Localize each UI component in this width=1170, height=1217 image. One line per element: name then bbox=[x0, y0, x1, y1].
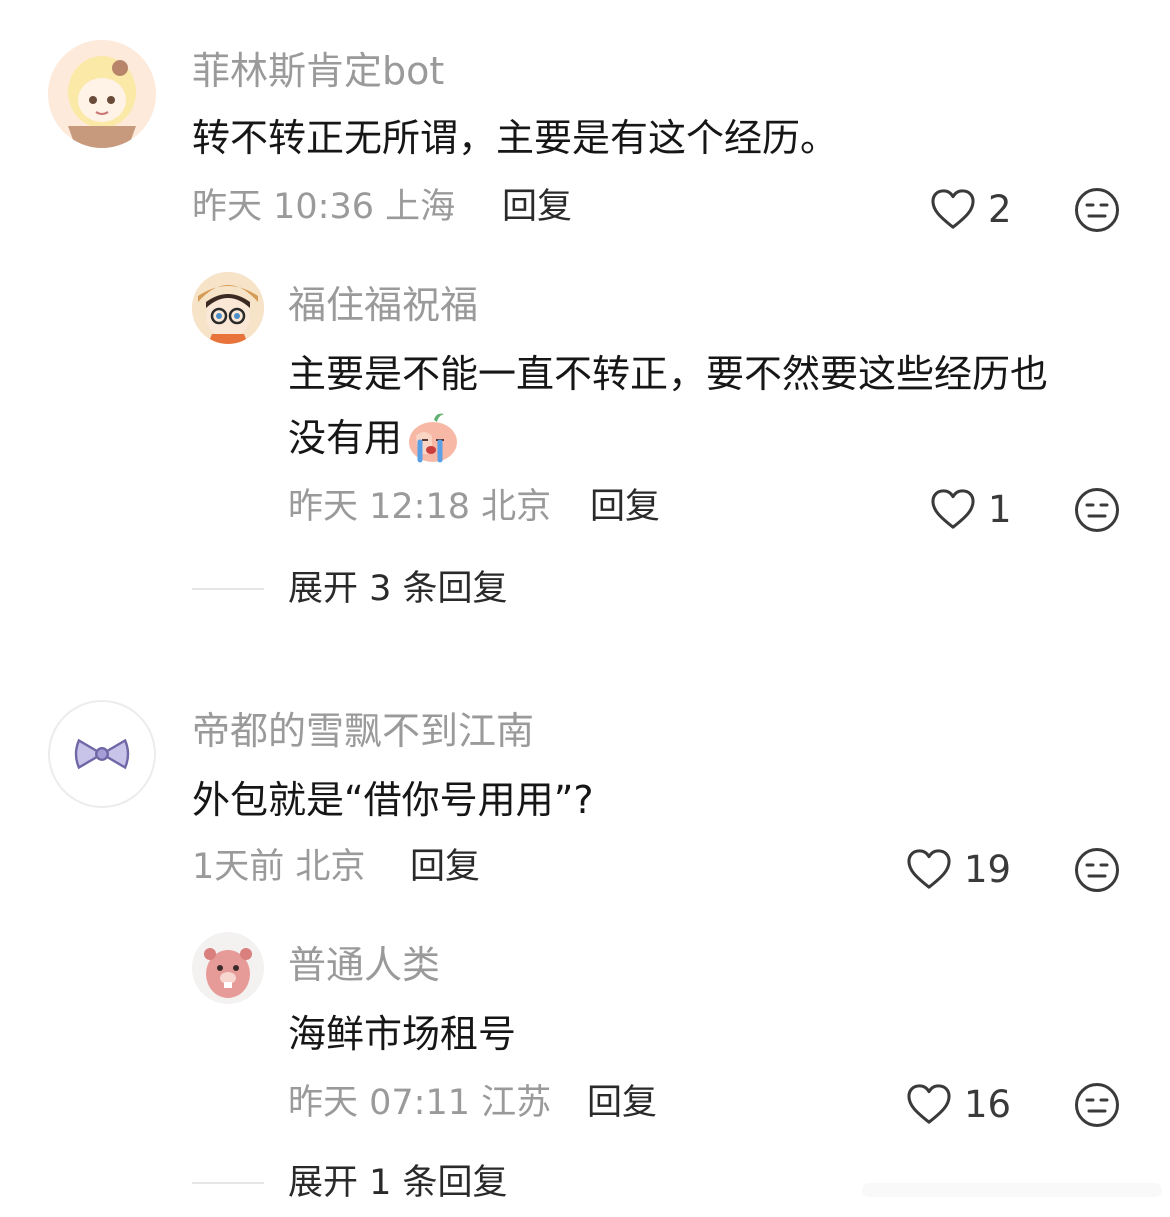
like-button[interactable]: 1 bbox=[930, 488, 1012, 530]
dislike-button[interactable] bbox=[1074, 487, 1120, 533]
avatar[interactable] bbox=[48, 40, 156, 148]
username[interactable]: 帝都的雪飘不到江南 bbox=[192, 712, 534, 750]
dislike-button[interactable] bbox=[1074, 847, 1120, 893]
reply-text-line: 没有用 bbox=[288, 416, 403, 460]
heart-outline-icon bbox=[907, 1084, 951, 1124]
heart-outline-icon bbox=[931, 489, 975, 529]
like-count: 1 bbox=[988, 487, 1012, 531]
reply-meta: 昨天 07:11 江苏 bbox=[288, 1083, 552, 1123]
dislike-button[interactable] bbox=[1074, 1082, 1120, 1128]
username[interactable]: 普通人类 bbox=[288, 946, 440, 984]
reply-text: 海鲜市场租号 bbox=[288, 1012, 517, 1056]
heart-outline-icon bbox=[931, 189, 975, 229]
like-button[interactable]: 19 bbox=[906, 848, 1011, 890]
comment-meta: 1天前 北京 bbox=[192, 847, 366, 887]
avatar[interactable] bbox=[192, 272, 264, 344]
reply-button[interactable]: 回复 bbox=[590, 490, 660, 525]
comment-meta: 昨天 10:36 上海 bbox=[192, 187, 456, 227]
comment-text: 转不转正无所谓，主要是有这个经历。 bbox=[192, 116, 839, 160]
username[interactable]: 福住福祝福 bbox=[288, 286, 478, 324]
like-button[interactable]: 16 bbox=[906, 1083, 1011, 1125]
expand-replies-button[interactable]: 展开 3 条回复 bbox=[288, 572, 508, 607]
crying-face-sticker-icon bbox=[406, 410, 460, 464]
expand-replies-button[interactable]: 展开 1 条回复 bbox=[288, 1166, 508, 1201]
dislike-button[interactable] bbox=[1074, 187, 1120, 233]
expressionless-face-icon bbox=[1075, 188, 1119, 232]
expressionless-face-icon bbox=[1075, 1083, 1119, 1127]
watermark-image bbox=[862, 1177, 1162, 1203]
reply-text: 主要是不能一直不转正，要不然要这些经历也 bbox=[288, 352, 1049, 396]
divider bbox=[192, 588, 264, 590]
username[interactable]: 菲林斯肯定bot bbox=[192, 52, 444, 90]
expressionless-face-icon bbox=[1075, 848, 1119, 892]
reply-text: 没有用 bbox=[288, 406, 460, 470]
comment-text: 外包就是“借你号用用”? bbox=[192, 778, 594, 822]
reply-button[interactable]: 回复 bbox=[587, 1086, 657, 1121]
reply-button[interactable]: 回复 bbox=[410, 850, 480, 885]
heart-outline-icon bbox=[907, 849, 951, 889]
like-count: 19 bbox=[964, 847, 1012, 891]
expressionless-face-icon bbox=[1075, 488, 1119, 532]
divider bbox=[192, 1182, 264, 1184]
reply-button[interactable]: 回复 bbox=[502, 190, 572, 225]
reply-meta: 昨天 12:18 北京 bbox=[288, 487, 552, 527]
like-count: 2 bbox=[988, 187, 1012, 231]
like-count: 16 bbox=[964, 1082, 1012, 1126]
avatar[interactable] bbox=[48, 700, 156, 808]
avatar[interactable] bbox=[192, 932, 264, 1004]
like-button[interactable]: 2 bbox=[930, 188, 1012, 230]
